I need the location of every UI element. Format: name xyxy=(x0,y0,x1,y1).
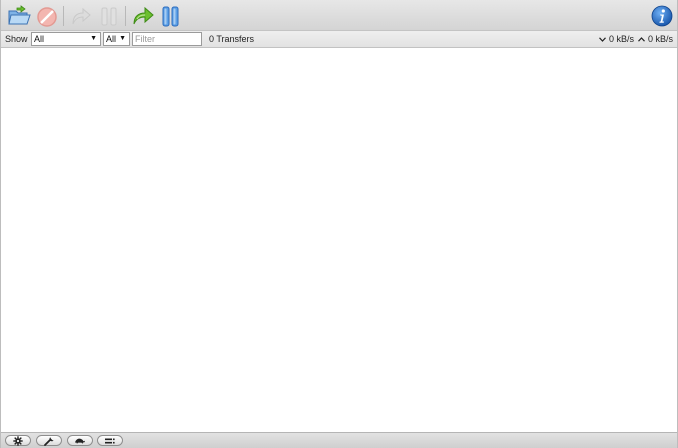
toolbar-separator xyxy=(125,6,126,26)
transfers-count: 0 Transfers xyxy=(209,34,255,44)
resume-all-arrow-icon xyxy=(133,6,154,25)
tracker-filter-value: All xyxy=(106,34,117,44)
upload-rate-value: 0 kB/s xyxy=(648,34,674,44)
transmission-web-app: Show All ▼ All ▼ 0 Transfers 0 kB/s 0 kB… xyxy=(0,0,678,448)
upload-rate: 0 kB/s xyxy=(638,33,673,45)
transfer-list[interactable] xyxy=(1,48,677,432)
filter-input[interactable] xyxy=(132,32,202,46)
pause-all-icon xyxy=(162,6,179,27)
compact-view-button[interactable] xyxy=(97,435,123,446)
download-rate-value: 0 kB/s xyxy=(609,34,635,44)
resume-button[interactable] xyxy=(69,4,93,28)
pause-button[interactable] xyxy=(97,4,121,28)
pause-all-button[interactable] xyxy=(159,4,183,28)
folder-open-icon xyxy=(8,5,31,25)
turtle-icon xyxy=(75,438,85,444)
bottom-toolbar xyxy=(1,432,677,448)
remove-button[interactable] xyxy=(35,4,59,28)
status-filter-select[interactable]: All ▼ xyxy=(31,32,101,46)
settings-button[interactable] xyxy=(5,435,31,446)
wrench-icon xyxy=(43,436,54,446)
download-arrow-icon xyxy=(599,37,606,43)
filter-bar: Show All ▼ All ▼ 0 Transfers 0 kB/s 0 kB… xyxy=(1,31,677,48)
toolbar xyxy=(1,0,677,31)
resume-all-button[interactable] xyxy=(131,4,155,28)
tracker-filter-select[interactable]: All ▼ xyxy=(103,32,130,46)
turtle-mode-button[interactable] xyxy=(67,435,93,446)
pause-icon xyxy=(101,7,117,26)
show-label: Show xyxy=(5,34,28,44)
chevron-down-icon: ▼ xyxy=(90,35,97,42)
remove-icon xyxy=(37,7,57,27)
download-rate: 0 kB/s xyxy=(599,33,634,45)
list-icon xyxy=(105,438,115,443)
info-icon xyxy=(651,5,673,27)
upload-arrow-icon xyxy=(638,37,645,42)
inspector-button[interactable] xyxy=(651,5,673,27)
open-torrent-button[interactable] xyxy=(7,4,31,28)
status-filter-value: All xyxy=(34,34,45,44)
toolbar-separator xyxy=(63,6,64,26)
resume-arrow-icon xyxy=(72,7,91,25)
chevron-down-icon: ▼ xyxy=(119,35,126,42)
gear-icon xyxy=(13,435,23,446)
preferences-button[interactable] xyxy=(36,435,62,446)
